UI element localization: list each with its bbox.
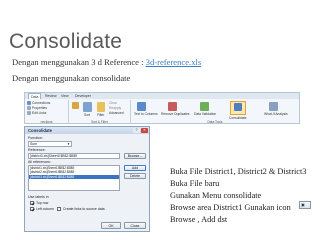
add-button[interactable]: Add [124, 165, 146, 171]
group-connections-label: nections [40, 120, 53, 124]
function-label: Function: [28, 136, 43, 140]
function-select[interactable]: Sum ▼ [28, 141, 72, 147]
tab-review[interactable]: Review [43, 93, 58, 99]
connections-button[interactable]: Connections [32, 101, 50, 105]
sort-button[interactable]: Sort [84, 113, 90, 117]
step-5: Browse , Add dst [170, 215, 228, 224]
advanced-button[interactable]: Advanced [109, 111, 124, 115]
what-if-button[interactable]: What-If Analysis [264, 112, 288, 116]
list-item[interactable]: [district3.xls]Sheet1!$B$2:$B$9 [29, 174, 119, 180]
step-3: Gunakan Menu consolidate [170, 191, 262, 200]
dialog-title: Consolidate [28, 128, 52, 133]
consolidate-icon [234, 103, 242, 111]
data-validation-icon [200, 102, 209, 111]
consolidate-dialog: Consolidate ? ✕ Function: Sum ▼ Referenc… [24, 126, 150, 232]
dialog-close-button[interactable]: Close [124, 222, 146, 229]
use-labels-label: Use labels in [28, 195, 49, 199]
help-icon[interactable]: ? [133, 128, 140, 133]
excel-ribbon: Data Review View Developer Connections P… [24, 92, 300, 124]
ribbon-tab-bar: Data Review View Developer [25, 93, 299, 99]
left-column-label: Left column [36, 207, 55, 211]
filter-icon [97, 102, 105, 112]
sort-az-icon [72, 102, 79, 109]
step-2: Buka File baru [170, 179, 220, 188]
method-3d-reference-label: Dengan menggunakan 3 d Reference : [12, 57, 146, 67]
ok-button[interactable]: OK [101, 222, 121, 229]
function-value: Sum [30, 142, 37, 146]
sort-icon [83, 102, 92, 112]
reference-label: Reference: [28, 148, 46, 152]
reference-input[interactable]: [district3.xls]Sheet1!$B$2:$B$9 [28, 153, 120, 159]
reference-file-link[interactable]: 3d-reference.xls [146, 57, 202, 67]
tab-developer[interactable]: Developer [73, 93, 93, 99]
close-icon[interactable]: ✕ [141, 128, 148, 133]
clear-button[interactable]: Clear [109, 101, 117, 105]
left-column-checkbox[interactable] [30, 207, 34, 211]
group-data-tools: Text to Columns Remove Duplicates Data V… [131, 100, 299, 124]
properties-icon [27, 106, 31, 110]
create-links-checkbox[interactable] [57, 207, 61, 211]
chevron-down-icon: ▼ [67, 142, 70, 146]
connections-icon [27, 101, 31, 105]
step-4: Browse area District1 Gunakan icon [170, 203, 291, 212]
slide-title: Consolidate [9, 30, 123, 53]
top-row-checkbox[interactable] [30, 201, 34, 205]
collapse-dialog-icon: ▣ [299, 201, 311, 209]
tab-data[interactable]: Data [28, 93, 42, 99]
tab-view[interactable]: View [59, 93, 71, 99]
filter-button[interactable]: Filter [97, 113, 104, 117]
step-1: Buka File District1, District2 & Distric… [170, 167, 307, 176]
reapply-button[interactable]: Reapply [109, 106, 121, 110]
text-to-columns-button[interactable]: Text to Columns [134, 112, 158, 116]
all-references-list[interactable]: [district1.xls]Sheet1!$B$2:$B$9 [distric… [28, 165, 120, 191]
remove-duplicates-button[interactable]: Remove Duplicates [161, 112, 190, 116]
group-sort-filter-label: Sort & Filter [91, 120, 108, 124]
text-to-columns-icon [137, 102, 146, 111]
what-if-icon [269, 102, 278, 111]
delete-button[interactable]: Delete [124, 173, 146, 179]
group-data-tools-label: Data Tools [207, 120, 223, 124]
method-consolidate: Dengan menggunakan consolidate [12, 73, 131, 83]
remove-duplicates-icon [168, 102, 177, 111]
all-references-label: All references: [28, 160, 51, 164]
group-sort-filter: Sort Filter Clear Reapply Advanced Sort … [69, 100, 131, 124]
edit-links-button[interactable]: Edit Links [32, 111, 46, 115]
create-links-label: Create links to source data [63, 207, 105, 211]
top-row-label: Top row [36, 201, 49, 205]
data-validation-button[interactable]: Data Validation [194, 112, 216, 116]
reference-value: [district3.xls]Sheet1!$B$2:$B$9 [30, 154, 78, 158]
browse-button[interactable]: Browse... [124, 153, 146, 159]
properties-button[interactable]: Properties [32, 106, 47, 110]
method-3d-reference: Dengan menggunakan 3 d Reference : 3d-re… [12, 57, 201, 67]
edit-links-icon [27, 111, 31, 115]
dialog-titlebar: Consolidate ? ✕ [25, 127, 149, 134]
group-connections: Connections Properties Edit Links nectio… [25, 100, 69, 124]
